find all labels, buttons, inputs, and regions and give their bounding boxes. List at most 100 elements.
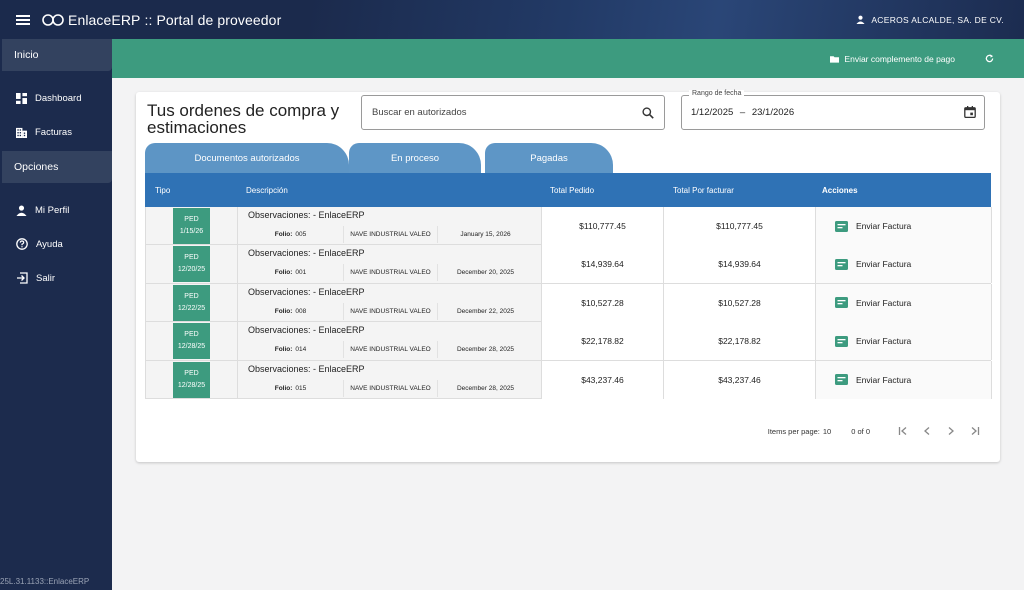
menu-icon[interactable] bbox=[16, 14, 30, 25]
table-row: PED 1/15/26 Observaciones: - EnlaceERP Fo… bbox=[145, 207, 992, 246]
location: NAVE INDUSTRIAL VALEO bbox=[343, 264, 437, 282]
next-page-icon[interactable] bbox=[946, 426, 956, 436]
folio: Folio: 005 bbox=[274, 231, 307, 238]
header-tipo: Tipo bbox=[155, 186, 171, 195]
date-long: December 20, 2025 bbox=[437, 264, 533, 282]
table-row: PED 12/22/25 Observaciones: - EnlaceERP F… bbox=[145, 283, 992, 323]
description-cell: Observaciones: - EnlaceERP Folio: 015 NAV… bbox=[237, 360, 541, 399]
document-icon bbox=[835, 335, 848, 347]
location: NAVE INDUSTRIAL VALEO bbox=[343, 379, 437, 397]
sidebar-item-facturas[interactable]: Facturas bbox=[0, 115, 112, 149]
date-start[interactable]: 1/12/2025 bbox=[691, 107, 733, 118]
user-name: ACEROS ALCALDE, SA. DE CV. bbox=[871, 14, 1004, 25]
page-range: 0 of 0 bbox=[851, 426, 870, 436]
send-invoice-button[interactable]: Enviar Factura bbox=[815, 360, 992, 399]
logout-icon bbox=[17, 272, 28, 284]
header-acciones: Acciones bbox=[822, 186, 858, 195]
type-badge: PED 12/22/25 bbox=[173, 284, 210, 321]
description-cell: Observaciones: - EnlaceERP Folio: 001 NAV… bbox=[237, 245, 541, 284]
items-per-page-select[interactable]: 10 bbox=[823, 427, 831, 436]
observations-text: Observaciones: - EnlaceERP bbox=[248, 325, 365, 336]
items-per-page-label: Items per page: bbox=[767, 426, 820, 436]
folio: Folio: 015 bbox=[274, 384, 307, 392]
folder-icon bbox=[830, 55, 840, 63]
brand-name: EnlaceERP bbox=[68, 11, 141, 28]
description-cell: Observaciones: - EnlaceERP Folio: 008 NAV… bbox=[237, 283, 541, 322]
header-total-pedido: Total Pedido bbox=[550, 186, 595, 195]
page-title: Tus ordenes de compra y estimaciones bbox=[147, 101, 340, 137]
help-icon bbox=[16, 238, 28, 250]
description-cell: Observaciones: - EnlaceERP Folio: 005 NAV… bbox=[237, 207, 541, 245]
orders-table: Tipo Descripción Total Pedido Total Por … bbox=[145, 173, 992, 399]
type-badge: PED 12/28/25 bbox=[173, 361, 210, 398]
total-por-facturar: $110,777.45 bbox=[663, 207, 815, 245]
send-invoice-button[interactable]: Enviar Factura bbox=[815, 245, 992, 284]
send-invoice-button[interactable]: Enviar Factura bbox=[815, 283, 992, 322]
infinity-logo-icon bbox=[42, 13, 64, 26]
total-por-facturar: $10,527.28 bbox=[663, 283, 815, 322]
header-total-por-facturar: Total Por facturar bbox=[673, 186, 734, 195]
observations-text: Observaciones: - EnlaceERP bbox=[248, 363, 365, 374]
sidebar-section-inicio: Inicio bbox=[2, 39, 112, 71]
total-por-facturar: $14,939.64 bbox=[663, 245, 815, 284]
observations-text: Observaciones: - EnlaceERP bbox=[248, 210, 365, 220]
total-pedido: $43,237.46 bbox=[541, 360, 663, 399]
building-icon bbox=[16, 127, 27, 138]
sidebar-section-opciones: Opciones bbox=[2, 151, 112, 183]
refresh-icon[interactable] bbox=[985, 54, 994, 63]
sidebar-item-mi-perfil[interactable]: Mi Perfil bbox=[0, 193, 112, 227]
document-icon bbox=[835, 220, 848, 232]
search-icon[interactable] bbox=[642, 106, 654, 119]
folio: Folio: 001 bbox=[274, 269, 307, 277]
type-badge: PED 12/20/25 bbox=[173, 246, 210, 283]
date-long: December 22, 2025 bbox=[437, 302, 533, 320]
paginator: Items per page: 10 0 of 0 bbox=[768, 426, 980, 436]
date-separator: – bbox=[739, 107, 746, 118]
last-page-icon[interactable] bbox=[970, 426, 980, 436]
tab-pagadas[interactable]: Pagadas bbox=[485, 143, 613, 173]
portal-title: :: Portal de proveedor bbox=[144, 11, 282, 28]
send-invoice-button[interactable]: Enviar Factura bbox=[815, 207, 992, 245]
table-row: PED 12/28/25 Observaciones: - EnlaceERP F… bbox=[145, 360, 992, 399]
previous-page-icon[interactable] bbox=[922, 426, 932, 436]
sidebar-item-salir[interactable]: Salir bbox=[0, 261, 112, 295]
date-long: December 28, 2025 bbox=[437, 341, 533, 359]
date-range-value: 1/12/2025 – 23/1/2026 bbox=[691, 107, 794, 118]
date-range-field[interactable]: Rango de fecha 1/12/2025 – 23/1/2026 bbox=[681, 90, 985, 130]
folio: Folio: 008 bbox=[274, 307, 307, 315]
location: NAVE INDUSTRIAL VALEO bbox=[343, 226, 437, 243]
table-row: PED 12/20/25 Observaciones: - EnlaceERP F… bbox=[145, 245, 992, 284]
send-invoice-button[interactable]: Enviar Factura bbox=[815, 322, 992, 361]
dashboard-icon bbox=[16, 92, 27, 104]
top-bar: EnlaceERP :: Portal de proveedor ACEROS … bbox=[0, 0, 1024, 39]
header-descripcion: Descripción bbox=[246, 186, 288, 195]
date-long: December 28, 2025 bbox=[437, 379, 533, 397]
sidebar-item-dashboard[interactable]: Dashboard bbox=[0, 81, 112, 115]
sidebar-item-ayuda[interactable]: Ayuda bbox=[0, 227, 112, 261]
document-icon bbox=[835, 374, 848, 386]
type-badge: PED 1/15/26 bbox=[173, 208, 210, 244]
date-end[interactable]: 23/1/2026 bbox=[752, 107, 794, 118]
send-payment-complement-button[interactable]: Enviar complemento de pago bbox=[830, 54, 955, 64]
person-icon bbox=[16, 204, 27, 216]
location: NAVE INDUSTRIAL VALEO bbox=[343, 341, 437, 359]
brand-logo: EnlaceERP :: Portal de proveedor bbox=[42, 12, 281, 28]
type-badge: PED 12/28/25 bbox=[173, 323, 210, 360]
calendar-icon[interactable] bbox=[964, 106, 976, 118]
total-pedido: $10,527.28 bbox=[541, 283, 663, 322]
orders-card: Tus ordenes de compra y estimaciones Ran… bbox=[136, 90, 1000, 462]
action-bar: Enviar complemento de pago bbox=[112, 39, 1024, 78]
search-input[interactable] bbox=[362, 107, 642, 118]
person-icon bbox=[856, 15, 865, 24]
sidebar: Inicio Dashboard Facturas Opciones Mi Pe… bbox=[0, 39, 112, 590]
total-pedido: $110,777.45 bbox=[541, 207, 663, 245]
first-page-icon[interactable] bbox=[898, 426, 908, 436]
tab-en-proceso[interactable]: En proceso bbox=[349, 143, 481, 173]
description-cell: Observaciones: - EnlaceERP Folio: 014 NAV… bbox=[237, 322, 541, 361]
total-pedido: $22,178.82 bbox=[541, 322, 663, 361]
location: NAVE INDUSTRIAL VALEO bbox=[343, 302, 437, 320]
tab-documentos-autorizados[interactable]: Documentos autorizados bbox=[145, 143, 349, 173]
date-range-label: Rango de fecha bbox=[689, 90, 745, 97]
document-icon bbox=[835, 297, 848, 309]
user-menu[interactable]: ACEROS ALCALDE, SA. DE CV. bbox=[856, 0, 1004, 39]
